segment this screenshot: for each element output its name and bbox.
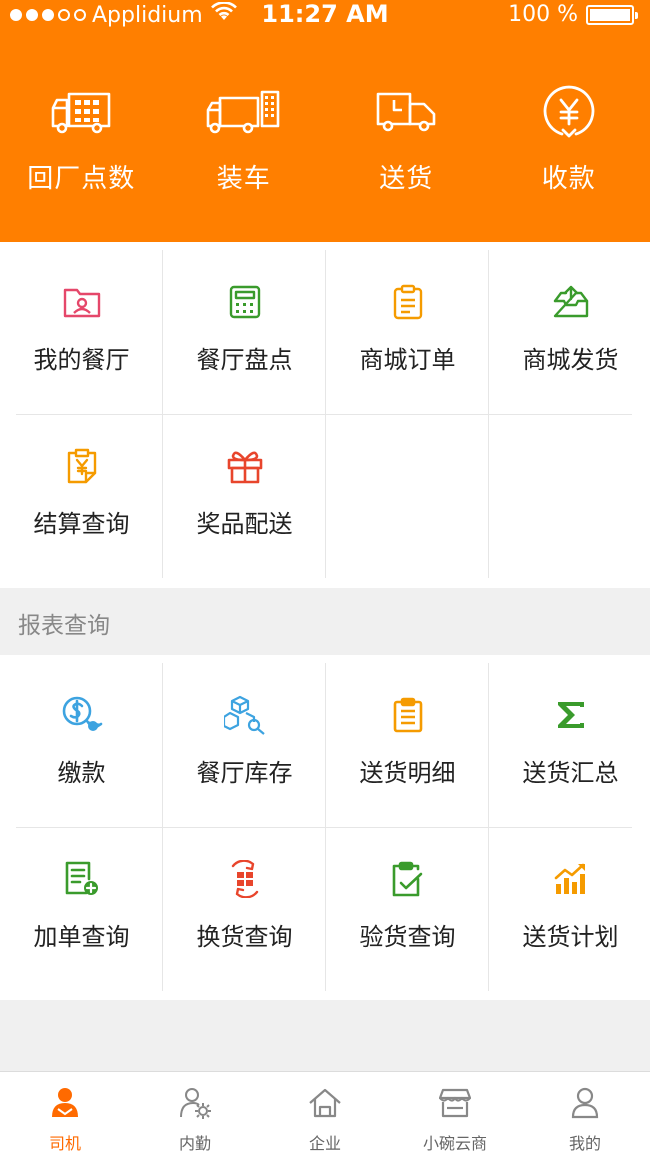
delivery-button[interactable]: 送货	[325, 80, 488, 210]
report-item-delivery-details[interactable]: 送货明细	[326, 663, 489, 827]
collect-payment-button[interactable]: 收款	[488, 80, 650, 210]
truck-return-count-button[interactable]: 回厂点数	[0, 80, 163, 210]
tab-label: 企业	[308, 1134, 341, 1153]
menu-item-restaurant-inventory[interactable]: 餐厅盘点	[163, 250, 326, 414]
battery-percent: 100 %	[508, 2, 578, 27]
menu-empty-cell	[326, 414, 489, 578]
loading-truck-icon	[204, 80, 284, 144]
boxes-search-icon	[223, 695, 266, 735]
tab-staff[interactable]: 内勤	[130, 1072, 260, 1156]
report-item-label: 缴款	[57, 759, 106, 787]
menu-empty-cell	[489, 414, 650, 578]
clipboard-list-icon	[393, 282, 423, 322]
status-right: 100 %	[508, 2, 638, 27]
tab-mine[interactable]: 我的	[520, 1072, 650, 1156]
report-item-payment[interactable]: 缴款	[0, 663, 163, 827]
tab-label: 司机	[48, 1134, 81, 1153]
report-item-delivery-summary[interactable]: 送货汇总	[489, 663, 650, 827]
sigma-icon	[555, 695, 587, 735]
battery-icon	[586, 4, 638, 25]
document-plus-icon	[64, 859, 100, 899]
delivery-truck-clock-icon	[374, 80, 438, 144]
menu-item-label: 我的餐厅	[33, 346, 130, 374]
report-item-label: 换货查询	[196, 923, 293, 951]
row-divider	[16, 414, 632, 415]
status-bar: Applidium 11:27 AM 100 %	[0, 0, 650, 32]
exchange-box-icon	[225, 859, 265, 899]
clipboard-check-icon	[392, 859, 424, 899]
calculator-icon	[229, 282, 261, 322]
inbox-upload-icon	[553, 282, 589, 322]
menu-item-label: 商城订单	[359, 346, 456, 374]
home-icon	[308, 1086, 342, 1120]
tab-label: 小碗云商	[422, 1134, 487, 1153]
report-panel: 缴款 餐厅库存 送货明细 送货汇总 加单查询 换货查询 验货查询 送货计划	[0, 655, 650, 1000]
menu-item-mall-shipping[interactable]: 商城发货	[489, 250, 650, 414]
report-item-restaurant-stock[interactable]: 餐厅库存	[163, 663, 326, 827]
top-action-label: 回厂点数	[27, 164, 136, 194]
folder-user-icon	[63, 282, 101, 322]
menu-item-label: 结算查询	[33, 510, 130, 538]
top-actions: 回厂点数 装车 送货 收款	[0, 80, 650, 210]
tab-label: 我的	[568, 1134, 601, 1153]
top-action-label: 收款	[541, 164, 596, 194]
battery-fill	[590, 8, 630, 21]
driver-icon	[50, 1086, 80, 1120]
report-item-label: 餐厅库存	[196, 759, 293, 787]
report-item-inspection-query[interactable]: 验货查询	[326, 827, 489, 991]
report-item-label: 送货明细	[359, 759, 456, 787]
header: Applidium 11:27 AM 100 % 回厂点数 装车 送货 收款	[0, 0, 650, 242]
menu-item-my-restaurant[interactable]: 我的餐厅	[0, 250, 163, 414]
report-item-delivery-plan[interactable]: 送货计划	[489, 827, 650, 991]
dollar-touch-icon	[61, 695, 103, 735]
top-action-label: 装车	[216, 164, 271, 194]
bar-chart-trend-icon	[553, 859, 589, 899]
row-divider	[16, 827, 632, 828]
gift-icon	[227, 446, 263, 486]
report-item-label: 验货查询	[359, 923, 456, 951]
tab-enterprise[interactable]: 企业	[260, 1072, 390, 1156]
menu-item-label: 奖品配送	[196, 510, 293, 538]
clipboard-detail-icon	[393, 695, 423, 735]
loading-button[interactable]: 装车	[163, 80, 326, 210]
yuan-collect-icon	[541, 80, 597, 144]
person-icon	[571, 1086, 599, 1120]
tab-driver[interactable]: 司机	[0, 1072, 130, 1156]
menu-item-settlement-query[interactable]: 结算查询	[0, 414, 163, 578]
yuan-document-icon	[67, 446, 97, 486]
tab-label: 内勤	[178, 1134, 211, 1153]
menu-item-prize-delivery[interactable]: 奖品配送	[163, 414, 326, 578]
main-menu-panel: 我的餐厅 餐厅盘点 商城订单 商城发货 结算查询 奖品配送	[0, 242, 650, 588]
truck-crates-icon	[49, 80, 113, 144]
report-item-label: 送货计划	[522, 923, 619, 951]
tab-bar: 司机 内勤 企业 小碗云商 我的	[0, 1071, 650, 1156]
menu-item-mall-orders[interactable]: 商城订单	[326, 250, 489, 414]
top-action-label: 送货	[379, 164, 434, 194]
report-item-exchange-query[interactable]: 换货查询	[163, 827, 326, 991]
tab-xiaowan-cloud[interactable]: 小碗云商	[390, 1072, 520, 1156]
shop-icon	[439, 1086, 471, 1120]
menu-item-label: 餐厅盘点	[196, 346, 293, 374]
report-item-label: 加单查询	[33, 923, 130, 951]
report-item-add-order-query[interactable]: 加单查询	[0, 827, 163, 991]
menu-item-label: 商城发货	[522, 346, 619, 374]
staff-gear-icon	[179, 1086, 211, 1120]
report-item-label: 送货汇总	[522, 759, 619, 787]
report-section-title: 报表查询	[0, 588, 650, 655]
